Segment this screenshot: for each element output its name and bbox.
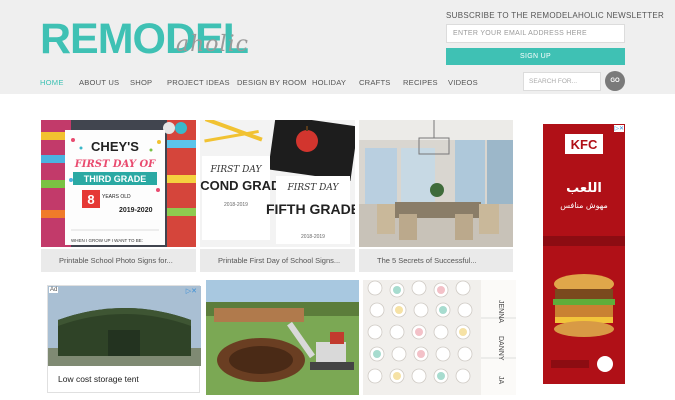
ad-badge: Ad xyxy=(49,287,59,293)
kfc-ad-image: KFC اللعب مهوش منافس xyxy=(543,124,625,384)
dining-room-image xyxy=(359,120,513,247)
label-danny: DANNY xyxy=(497,336,504,361)
nav-holiday[interactable]: HOLIDAY xyxy=(312,78,346,87)
school-sign-image: CHEY'S FIRST DAY OF THIRD GRADE 8 YEARS … xyxy=(41,120,196,247)
first-day-signs-image: FIRST DAY SECOND GRADE 2018-2019 FIRST D… xyxy=(200,120,355,247)
chey-line1-text: FIRST DAY OF xyxy=(74,159,156,170)
chey-years-text: YEARS OLD xyxy=(102,194,131,200)
post-thumbnail[interactable] xyxy=(359,120,513,247)
kfc-arabic-line1: اللعب xyxy=(566,181,602,196)
sign2-year-text: 2018-2019 xyxy=(301,234,325,240)
nav-shop[interactable]: SHOP xyxy=(130,78,152,87)
nav-home[interactable]: HOME xyxy=(40,78,64,87)
kfc-arabic-line2: مهوش منافس xyxy=(560,201,608,210)
nav-project-ideas[interactable]: PROJECT IDEAS xyxy=(167,78,230,87)
labels-image: JENNA DANNY JA xyxy=(363,280,516,395)
search-go-button[interactable]: GO xyxy=(605,71,625,91)
sign2-big-text: FIFTH GRADE xyxy=(266,201,355,217)
storage-tent-image xyxy=(48,286,201,366)
nav-videos[interactable]: VIDEOS xyxy=(448,78,478,87)
ad-kfc[interactable]: ▷✕ KFC اللعب مهوش منافس xyxy=(543,124,625,384)
post-card-secrets[interactable]: The 5 Secrets of Successful... xyxy=(359,120,513,272)
nav-design-by-room[interactable]: DESIGN BY ROOM xyxy=(237,78,307,87)
sign2-top-text: FIRST DAY xyxy=(287,183,340,193)
nav-about-us[interactable]: ABOUT US xyxy=(79,78,119,87)
newsletter-title: SUBSCRIBE TO THE REMODELAHOLIC NEWSLETTE… xyxy=(446,11,665,20)
ad-choices-icon[interactable]: ▷✕ xyxy=(614,125,624,132)
post-thumbnail[interactable]: FIRST DAY SECOND GRADE 2018-2019 FIRST D… xyxy=(200,120,355,247)
chey-year-text: 2019-2020 xyxy=(119,207,153,214)
site-logo-script[interactable]: aholic xyxy=(176,32,249,57)
post-caption[interactable]: The 5 Secrets of Successful... xyxy=(359,249,513,272)
post-caption[interactable]: Printable First Day of School Signs... xyxy=(200,249,355,272)
nav-recipes[interactable]: RECIPES xyxy=(403,78,438,87)
chey-grade-text: THIRD GRADE xyxy=(84,174,147,184)
chey-bottom-text: WHEN I GROW UP I WANT TO BE: xyxy=(71,238,143,243)
sign1-top-text: FIRST DAY xyxy=(210,165,263,175)
excavator-image xyxy=(206,280,359,395)
label-ja: JA xyxy=(497,376,504,385)
chey-age-text: 8 xyxy=(87,192,94,207)
search-input[interactable]: SEARCH FOR... xyxy=(523,72,601,91)
post-thumbnail[interactable]: CHEY'S FIRST DAY OF THIRD GRADE 8 YEARS … xyxy=(41,120,196,247)
post-card-excavation[interactable] xyxy=(206,280,359,395)
newsletter-signup-button[interactable]: SIGN UP xyxy=(446,48,625,65)
ad-title[interactable]: Low cost storage tent xyxy=(58,374,139,384)
ad-storage-tent[interactable]: Ad ▷✕ Low cost storage tent xyxy=(47,285,201,393)
kfc-brand-text: KFC xyxy=(571,137,598,152)
site-header: REMODEL aholic SUBSCRIBE TO THE REMODELA… xyxy=(0,0,675,94)
post-card-school-photo-signs[interactable]: CHEY'S FIRST DAY OF THIRD GRADE 8 YEARS … xyxy=(41,120,196,272)
chey-name-text: CHEY'S xyxy=(91,139,139,154)
newsletter-email-input[interactable]: ENTER YOUR EMAIL ADDRESS HERE xyxy=(446,24,625,43)
post-card-first-day-signs[interactable]: FIRST DAY SECOND GRADE 2018-2019 FIRST D… xyxy=(200,120,355,272)
sign1-year-text: 2018-2019 xyxy=(224,202,248,208)
ad-choices-icon[interactable]: ▷✕ xyxy=(186,287,197,295)
label-jenna: JENNA xyxy=(497,300,504,323)
post-card-labels[interactable]: JENNA DANNY JA xyxy=(363,280,516,395)
post-caption[interactable]: Printable School Photo Signs for... xyxy=(41,249,196,272)
nav-crafts[interactable]: CRAFTS xyxy=(359,78,391,87)
